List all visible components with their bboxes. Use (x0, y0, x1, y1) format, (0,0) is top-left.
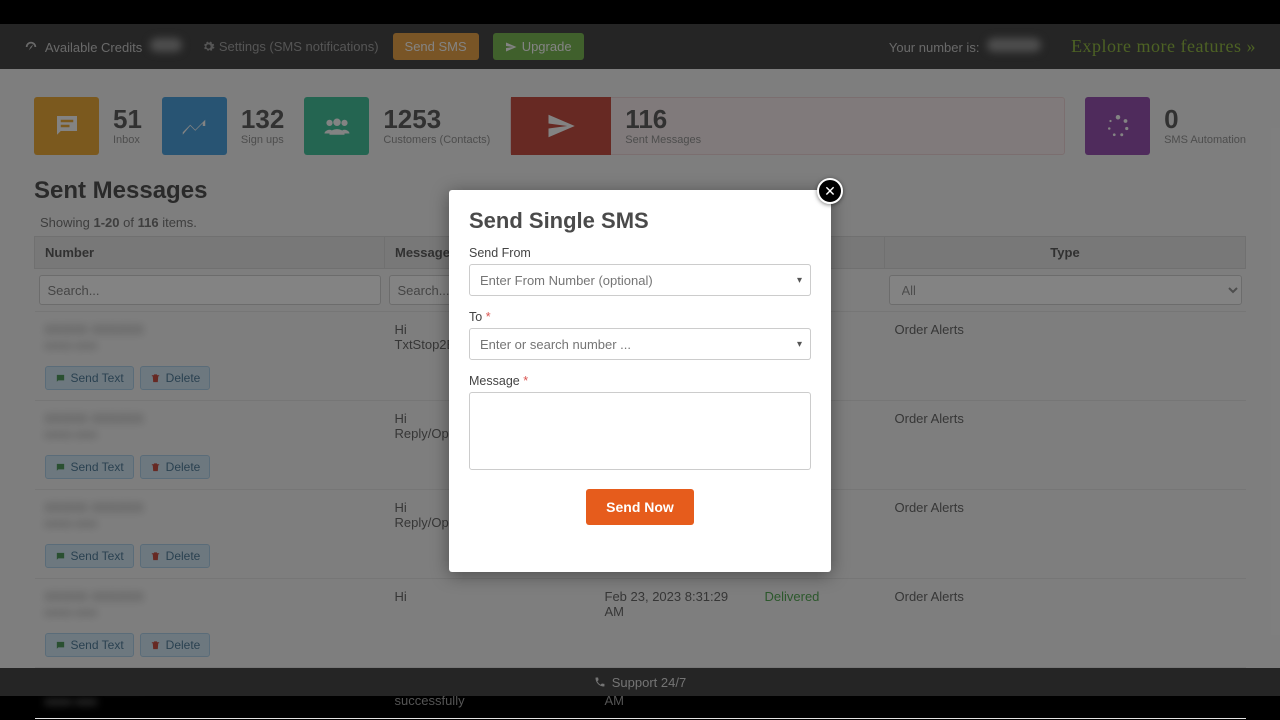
send-now-button[interactable]: Send Now (586, 489, 694, 525)
to-input[interactable] (469, 328, 811, 360)
modal-title: Send Single SMS (469, 208, 811, 234)
send-from-input[interactable] (469, 264, 811, 296)
row-number-blurred: xxxxx xxxx (45, 696, 98, 708)
message-textarea[interactable] (469, 392, 811, 470)
to-label: To * (469, 310, 811, 324)
modal-close-button[interactable]: ✕ (817, 178, 843, 204)
message-label: Message * (469, 374, 811, 388)
send-sms-modal: ✕ Send Single SMS Send From ▾ To * ▾ Mes… (449, 190, 831, 572)
send-from-caret[interactable]: ▾ (789, 264, 811, 296)
modal-overlay[interactable]: ✕ Send Single SMS Send From ▾ To * ▾ Mes… (0, 24, 1280, 696)
send-from-label: Send From (469, 246, 811, 260)
to-caret[interactable]: ▾ (789, 328, 811, 360)
